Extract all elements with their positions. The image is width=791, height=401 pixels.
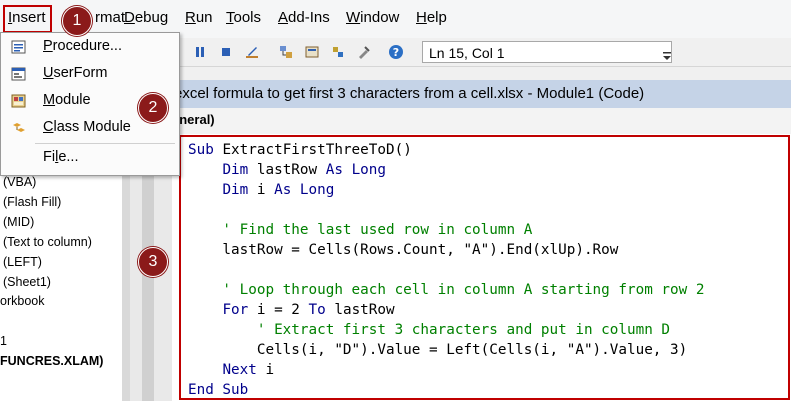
object-browser-icon[interactable] — [330, 44, 346, 60]
menu-run[interactable]: Run — [185, 9, 213, 26]
step-badge-2: 2 — [138, 93, 168, 123]
menu-separator — [35, 143, 175, 144]
tree-item[interactable]: FUNCRES.XLAM) — [0, 354, 103, 368]
step-badge-3: 3 — [138, 247, 168, 277]
menu-window[interactable]: Window — [346, 9, 399, 26]
menu-add-ins[interactable]: Add-Ins — [278, 9, 330, 26]
menu-item-file[interactable]: File... — [1, 145, 177, 172]
code-window-title: excel formula to get first 3 characters … — [172, 80, 791, 108]
tree-item[interactable]: orkbook — [0, 294, 44, 308]
break-icon[interactable] — [192, 44, 208, 60]
class-module-icon — [13, 123, 25, 132]
properties-window-icon[interactable] — [304, 44, 320, 60]
cursor-position-status: Ln 15, Col 1 — [422, 41, 672, 63]
design-mode-icon[interactable] — [244, 44, 260, 60]
help-icon[interactable]: ? — [388, 44, 404, 60]
tree-item[interactable]: (MID) — [3, 215, 34, 229]
menu-item-procedure[interactable]: Procedure... — [1, 34, 177, 61]
svg-text:?: ? — [393, 46, 399, 59]
project-explorer-icon[interactable] — [278, 44, 294, 60]
toolbar: ? Ln 15, Col 1 — [178, 38, 791, 67]
menu-debug[interactable]: Debug — [124, 9, 168, 26]
menu-tools[interactable]: Tools — [226, 9, 261, 26]
reset-icon[interactable] — [218, 44, 234, 60]
highlight-code-area — [179, 135, 790, 400]
toolbar-overflow-icon[interactable] — [662, 50, 672, 62]
userform-icon — [11, 67, 26, 81]
tree-item[interactable]: (Flash Fill) — [3, 195, 61, 209]
toolbox-icon[interactable] — [356, 44, 372, 60]
menu-item-userform[interactable]: UserForm — [1, 61, 177, 88]
menu-help[interactable]: Help — [416, 9, 447, 26]
object-combo-row: eneral) — [172, 108, 791, 135]
procedure-icon — [11, 40, 26, 54]
module-icon — [11, 94, 26, 108]
highlight-insert-menu — [3, 5, 52, 33]
tree-item[interactable]: 1 — [0, 334, 7, 348]
menu-format[interactable]: rmat — [95, 9, 125, 26]
tree-item[interactable]: (LEFT) — [3, 255, 42, 269]
step-badge-1: 1 — [62, 6, 92, 36]
tree-item[interactable]: (Text to column) — [3, 235, 92, 249]
tree-item[interactable]: (VBA) — [3, 175, 36, 189]
tree-item[interactable]: (Sheet1) — [3, 275, 51, 289]
